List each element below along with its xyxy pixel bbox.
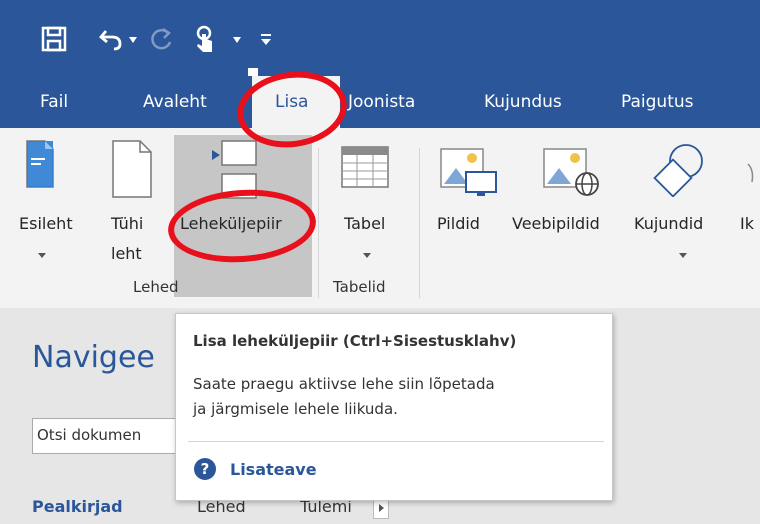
navigation-pane-title: Navigee [32, 340, 155, 375]
help-icon[interactable]: ? [193, 457, 217, 481]
tab-layout[interactable]: Paigutus [621, 76, 694, 128]
tooltip-title: Lisa leheküljepiir (Ctrl+Sisestusklahv) [193, 332, 517, 350]
touch-mode-icon[interactable] [190, 24, 220, 54]
blank-page-icon[interactable] [112, 140, 152, 198]
shapes-icon[interactable] [650, 143, 708, 197]
online-pictures-icon[interactable] [543, 148, 601, 198]
table-label[interactable]: Tabel [344, 214, 385, 233]
icons-icon[interactable] [746, 160, 760, 190]
group-label-pages: Lehed [133, 278, 179, 296]
quick-access-toolbar [0, 0, 760, 76]
svg-text:?: ? [201, 460, 210, 478]
cover-page-icon[interactable] [26, 140, 54, 188]
tab-file[interactable]: Fail [40, 76, 68, 128]
touch-dropdown-icon[interactable] [232, 36, 242, 44]
group-separator [318, 148, 319, 298]
tab-design[interactable]: Kujundus [484, 76, 562, 128]
tooltip-divider [188, 441, 604, 442]
chevron-right-icon [379, 504, 384, 512]
undo-icon[interactable] [98, 26, 124, 52]
tooltip: Lisa leheküljepiir (Ctrl+Sisestusklahv) … [175, 313, 613, 501]
tab-home[interactable]: Avaleht [143, 76, 207, 128]
blank-page-label-2[interactable]: leht [111, 244, 142, 263]
pictures-label[interactable]: Pildid [437, 214, 480, 233]
shapes-dropdown-icon[interactable] [678, 252, 688, 259]
cover-page-dropdown-icon[interactable] [37, 252, 47, 259]
group-separator [419, 148, 420, 298]
table-icon[interactable] [341, 146, 389, 188]
icons-label[interactable]: Ik [740, 214, 754, 233]
blank-page-label-1[interactable]: Tühi [111, 214, 143, 233]
save-icon[interactable] [41, 26, 67, 52]
tab-headings[interactable]: Pealkirjad [32, 497, 123, 516]
group-label-tables: Tabelid [333, 278, 386, 296]
redo-icon [151, 27, 172, 50]
ribbon-tab-bar: Fail Avaleht Lisa Joonista Kujundus Paig… [0, 76, 760, 128]
document-search-text: Otsi dokumen [37, 426, 142, 444]
tab-draw[interactable]: Joonista [348, 76, 415, 128]
tooltip-body-line-2: ja järgmisele lehele liikuda. [193, 400, 398, 418]
tooltip-body-line-1: Saate praegu aktiivse lehe siin lõpetada [193, 375, 495, 393]
cover-page-label[interactable]: Esileht [19, 214, 73, 233]
table-dropdown-icon[interactable] [362, 252, 372, 259]
online-pictures-label[interactable]: Veebipildid [512, 214, 600, 233]
undo-dropdown-icon[interactable] [128, 36, 138, 44]
customize-toolbar-icon[interactable] [260, 33, 272, 47]
pictures-icon[interactable] [440, 148, 498, 198]
shapes-label[interactable]: Kujundid [634, 214, 703, 233]
cursor-pointer [248, 68, 258, 76]
help-link[interactable]: Lisateave [230, 460, 317, 479]
